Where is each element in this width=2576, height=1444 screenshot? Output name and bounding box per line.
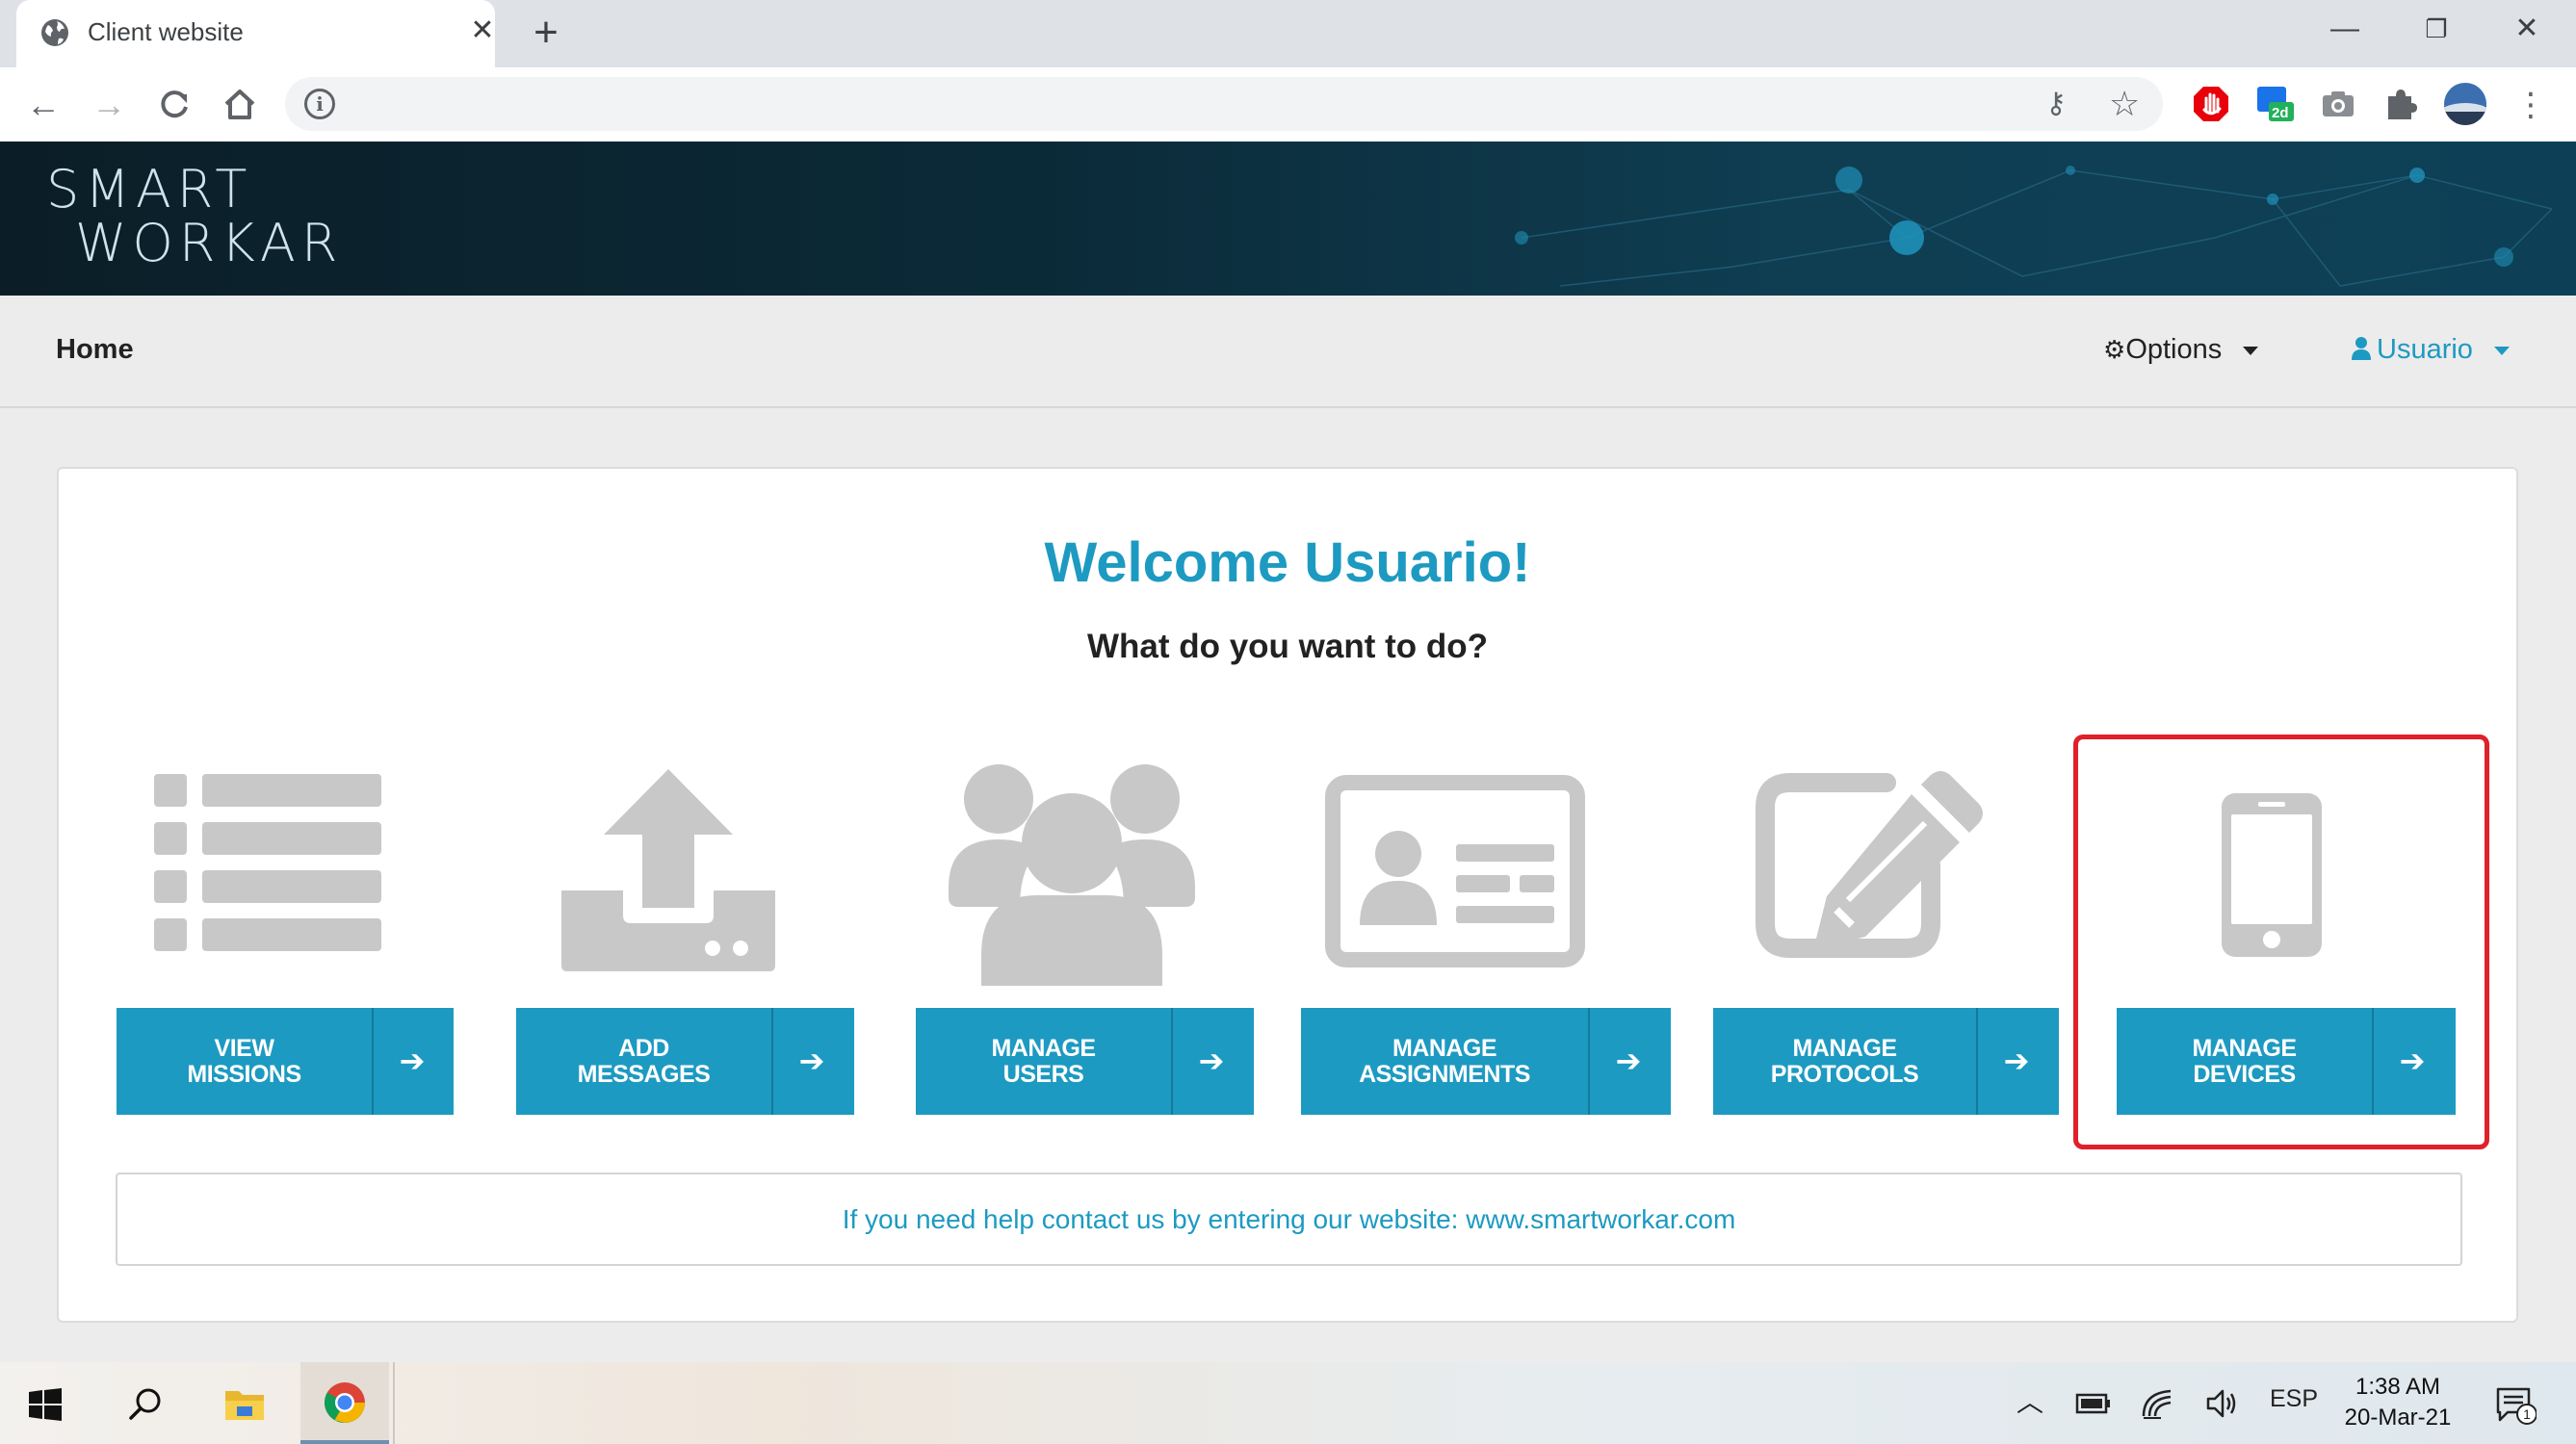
puzzle-extensions-icon[interactable]: [2381, 83, 2423, 125]
arrow-right-icon: ➔: [1615, 1044, 1642, 1078]
user-icon: [2352, 337, 2371, 360]
manage-users-button[interactable]: MANAGE USERS ➔: [916, 1008, 1254, 1115]
button-label: MANAGE USERS: [991, 1034, 1096, 1088]
button-label: ADD MESSAGES: [577, 1034, 711, 1088]
chevron-up-icon[interactable]: ︿: [2017, 1381, 2043, 1420]
gears-icon: ⚙: [2103, 335, 2126, 364]
clock-date: 20-Mar-21: [2344, 1405, 2452, 1431]
nav-home-link[interactable]: Home: [56, 334, 134, 366]
caret-down-icon: [2243, 346, 2259, 355]
tab-title: Client website: [88, 17, 244, 46]
file-explorer-icon[interactable]: [223, 1385, 266, 1422]
caret-down-icon: [2493, 346, 2510, 355]
highlight-box: [2073, 735, 2489, 1149]
globe-icon: [41, 19, 68, 46]
button-label: MANAGE PROTOCOLS: [1770, 1034, 1919, 1088]
forward-icon[interactable]: →: [87, 83, 131, 127]
question-subheading: What do you want to do?: [1086, 628, 1489, 665]
adblock-extension-icon[interactable]: [2190, 83, 2232, 125]
site-banner: SMART WORKAR: [0, 142, 2576, 296]
volume-icon[interactable]: [2205, 1387, 2240, 1420]
chrome-taskbar-button[interactable]: [300, 1362, 389, 1444]
arrow-right-icon: ➔: [798, 1044, 825, 1078]
options-dropdown[interactable]: ⚙Options: [2103, 334, 2259, 366]
button-label: VIEW MISSIONS: [187, 1034, 301, 1088]
notification-count: 1: [2523, 1406, 2531, 1422]
camera-icon[interactable]: [2317, 83, 2359, 125]
windows-start-icon[interactable]: [29, 1388, 62, 1421]
site-info-icon[interactable]: i: [304, 89, 335, 119]
options-label: Options: [2125, 334, 2223, 365]
windows-taskbar: ︿ ESP 1:38 AM 20-Mar-21 1: [0, 1362, 2576, 1444]
arrow-right-icon: ➔: [2003, 1044, 2030, 1078]
chrome-menu-icon[interactable]: ⋮: [2509, 83, 2553, 127]
user-dropdown[interactable]: Usuario: [2352, 334, 2510, 366]
network-decoration: [1515, 166, 2553, 287]
new-tab-button[interactable]: +: [525, 12, 567, 54]
bookmark-star-icon[interactable]: ☆: [2109, 85, 2147, 123]
welcome-heading: Welcome Usuario!: [1044, 531, 1531, 594]
list-icon: [154, 774, 381, 951]
2d-extension-icon[interactable]: 2d: [2253, 83, 2296, 125]
address-bar[interactable]: i ⚷ ☆: [285, 77, 2163, 131]
logo-line-2: WORKAR: [75, 213, 344, 273]
profile-avatar[interactable]: [2442, 81, 2488, 127]
manage-protocols-button[interactable]: MANAGE PROTOCOLS ➔: [1713, 1008, 2059, 1115]
button-label: MANAGE ASSIGNMENTS: [1359, 1034, 1530, 1088]
edit-icon: [1756, 771, 1983, 958]
restore-button[interactable]: ❐: [2398, 8, 2475, 50]
user-label: Usuario: [2377, 334, 2473, 365]
users-icon: [949, 764, 1195, 986]
language-indicator[interactable]: ESP: [2270, 1385, 2318, 1413]
arrow-right-icon: ➔: [399, 1044, 426, 1078]
svg-text:2d: 2d: [2272, 105, 2289, 121]
site-navbar: Home ⚙Options Usuario: [0, 296, 2576, 408]
view-missions-button[interactable]: VIEW MISSIONS ➔: [117, 1008, 454, 1115]
window-close-button[interactable]: ✕: [2488, 8, 2565, 50]
back-icon[interactable]: ←: [21, 83, 65, 127]
browser-tab-strip: Client website ✕ + — ❐ ✕: [0, 0, 2576, 67]
manage-assignments-button[interactable]: MANAGE ASSIGNMENTS ➔: [1301, 1008, 1671, 1115]
chrome-icon: [325, 1382, 365, 1424]
browser-tab[interactable]: Client website ✕: [16, 0, 495, 67]
logo-line-1: SMART: [46, 159, 253, 219]
notification-center-icon[interactable]: 1: [2494, 1383, 2537, 1426]
close-tab-icon[interactable]: ✕: [465, 13, 500, 48]
smart-workar-logo[interactable]: SMART WORKAR: [46, 163, 343, 271]
system-clock[interactable]: 1:38 AM 20-Mar-21: [2330, 1372, 2465, 1433]
search-icon[interactable]: [127, 1386, 164, 1423]
battery-icon[interactable]: [2075, 1389, 2112, 1416]
key-icon[interactable]: ⚷: [2045, 87, 2080, 121]
add-messages-button[interactable]: ADD MESSAGES ➔: [516, 1008, 854, 1115]
arrow-right-icon: ➔: [1198, 1044, 1225, 1078]
browser-toolbar: ← → i ⚷ ☆ 2d ⋮: [0, 67, 2576, 142]
home-icon[interactable]: [218, 83, 262, 127]
minimize-button[interactable]: —: [2306, 8, 2383, 50]
help-link-text[interactable]: If you need help contact us by entering …: [843, 1204, 1736, 1234]
clock-time: 1:38 AM: [2355, 1374, 2441, 1400]
id-card-icon: [1325, 775, 1585, 967]
network-icon[interactable]: [2142, 1387, 2176, 1420]
reload-icon[interactable]: [152, 83, 196, 127]
help-message-box: If you need help contact us by entering …: [116, 1173, 2462, 1266]
upload-icon: [561, 769, 775, 971]
